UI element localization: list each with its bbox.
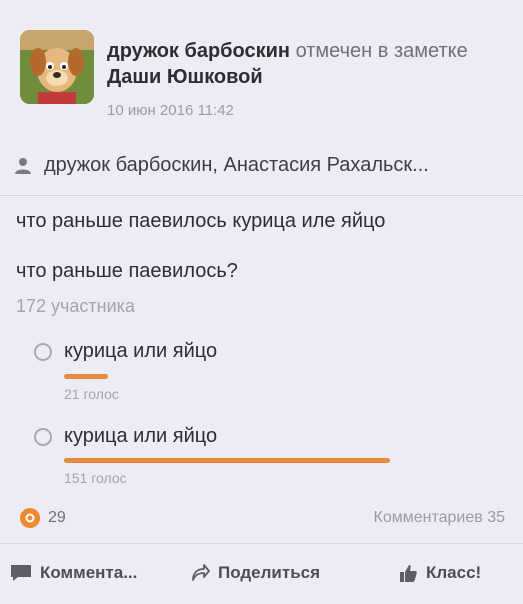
avatar[interactable]	[20, 30, 94, 104]
like-count[interactable]: 29	[20, 508, 66, 528]
like-count-value: 29	[48, 509, 66, 526]
poll-title: что раньше паевилось курица иле яйцо	[16, 210, 386, 232]
like-icon	[20, 508, 40, 528]
poll-option-1[interactable]: курица или яйцо	[34, 340, 217, 363]
poll-option-1-bar	[64, 374, 108, 379]
comment-icon	[11, 565, 31, 581]
author-name-link[interactable]: дружок барбоскин	[107, 40, 290, 62]
radio-button[interactable]	[34, 342, 52, 361]
share-icon	[192, 564, 210, 581]
post-header-text: дружок барбоскин отмечен в заметке Даши …	[107, 38, 507, 90]
share-button-label: Поделиться	[218, 563, 321, 582]
comments-count[interactable]: Комментариев 35	[374, 509, 505, 527]
participants-text: дружок барбоскин, Анастасия Рахальск...	[44, 154, 429, 176]
dog-avatar-icon	[20, 30, 94, 104]
thumbs-up-icon	[400, 565, 417, 582]
divider	[0, 543, 523, 544]
like-button[interactable]: Класс!	[398, 563, 481, 583]
share-button[interactable]: Поделиться	[190, 563, 320, 583]
comment-button-label: Коммента...	[40, 563, 138, 582]
divider	[0, 195, 523, 196]
user-icon	[15, 157, 31, 174]
poll-option-2[interactable]: курица или яйцо	[34, 425, 217, 448]
post-timestamp: 10 июн 2016 11:42	[107, 102, 234, 119]
participants-row[interactable]: дружок барбоскин, Анастасия Рахальск...	[14, 154, 429, 177]
tagged-by-link[interactable]: Даши Юшковой	[107, 66, 263, 88]
poll-option-label: курица или яйцо	[64, 340, 218, 362]
comment-button[interactable]: Коммента...	[10, 563, 137, 583]
poll-option-2-bar	[64, 458, 390, 463]
poll-option-label: курица или яйцо	[64, 425, 218, 447]
poll-total: 172 участника	[16, 296, 135, 316]
like-button-label: Класс!	[426, 563, 482, 582]
radio-button[interactable]	[34, 427, 52, 446]
poll-option-1-votes: 21 голос	[64, 386, 119, 402]
post-action-text: отмечен в заметке	[295, 40, 468, 62]
poll-question: что раньше паевилось?	[16, 260, 238, 282]
post-card: дружок барбоскин отмечен в заметке Даши …	[0, 0, 523, 604]
poll-option-2-votes: 151 голос	[64, 470, 127, 486]
